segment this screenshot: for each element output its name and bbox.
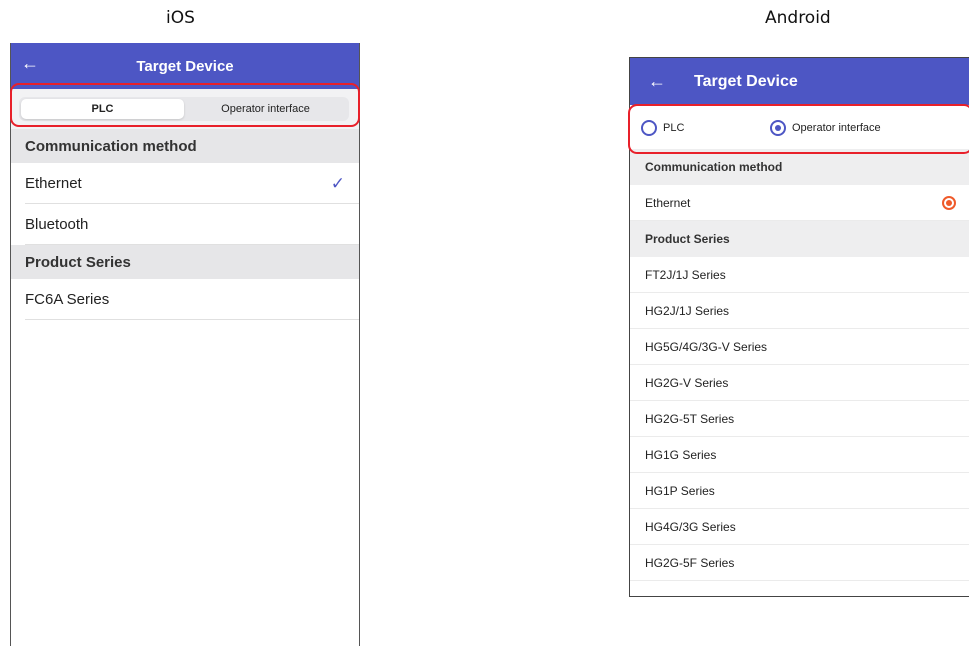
- page-title: Target Device: [694, 72, 798, 90]
- series-option-label: HG1P Series: [645, 483, 715, 498]
- segment-area: PLC Operator interface: [11, 89, 359, 129]
- series-option[interactable]: HG2J/1J Series: [630, 293, 969, 329]
- checkmark-icon: ✓: [330, 173, 345, 193]
- series-option[interactable]: HG2G-V Series: [630, 365, 969, 401]
- series-option[interactable]: HG1G Series: [630, 437, 969, 473]
- series-option-label: FC6A Series: [25, 291, 110, 308]
- segment-operator-interface[interactable]: Operator interface: [184, 99, 347, 119]
- method-option-ethernet[interactable]: Ethernet: [630, 185, 969, 221]
- method-option-bluetooth[interactable]: Bluetooth: [11, 204, 359, 245]
- radio-unchecked-icon: [641, 120, 657, 136]
- series-option[interactable]: HG1P Series: [630, 473, 969, 509]
- method-option-label: Ethernet: [25, 175, 82, 192]
- series-option-label: HG2G-V Series: [645, 375, 729, 390]
- ios-header-bar: ← Target Device: [11, 43, 359, 89]
- android-caption: Android: [765, 8, 831, 28]
- series-option[interactable]: FT2J/1J Series: [630, 257, 969, 293]
- series-option[interactable]: HG2G-5F Series: [630, 545, 969, 581]
- radio-operator-interface[interactable]: Operator interface: [770, 120, 881, 136]
- method-option-label: Ethernet: [645, 195, 691, 210]
- radio-plc[interactable]: PLC: [641, 120, 684, 136]
- series-option-label: HG2J/1J Series: [645, 303, 730, 318]
- ios-screen: ← Target Device PLC Operator interface C…: [10, 43, 360, 646]
- method-option-ethernet[interactable]: Ethernet ✓: [11, 163, 359, 204]
- series-option-label: HG2G-5T Series: [645, 411, 735, 426]
- android-header-bar: ← Target Device: [630, 58, 969, 105]
- series-option[interactable]: HG4G/3G Series: [630, 509, 969, 545]
- section-header-communication-method: Communication method: [630, 149, 969, 185]
- page-title: Target Device: [136, 57, 234, 75]
- series-option-label: HG1G Series: [645, 447, 717, 462]
- back-arrow-icon[interactable]: ←: [648, 71, 678, 92]
- series-option-label: HG4G/3G Series: [645, 519, 736, 534]
- radio-label: Operator interface: [792, 122, 881, 134]
- series-option-label: FT2J/1J Series: [645, 267, 726, 282]
- ios-caption: iOS: [166, 8, 195, 28]
- series-option-label: HG5G/4G/3G-V Series: [645, 339, 768, 354]
- series-option-fc6a[interactable]: FC6A Series: [11, 279, 359, 320]
- section-header-product-series: Product Series: [630, 221, 969, 257]
- target-type-segmented-control: PLC Operator interface: [19, 97, 349, 121]
- series-option-label: HG2G-5F Series: [645, 555, 735, 570]
- radio-selected-icon: [942, 195, 956, 210]
- comparison-page: iOS Android ← Target Device PLC Operator…: [0, 0, 969, 646]
- section-header-product-series: Product Series: [11, 245, 359, 279]
- series-option[interactable]: HG5G/4G/3G-V Series: [630, 329, 969, 365]
- segment-plc[interactable]: PLC: [21, 99, 184, 119]
- radio-checked-icon: [770, 120, 786, 136]
- series-option[interactable]: HG2G-5T Series: [630, 401, 969, 437]
- radio-label: PLC: [663, 122, 685, 134]
- back-arrow-icon[interactable]: ←: [21, 53, 39, 73]
- section-header-communication-method: Communication method: [11, 129, 359, 163]
- android-screen: ← Target Device PLC Operator interface C…: [629, 57, 969, 597]
- target-type-radio-group: PLC Operator interface: [630, 105, 969, 149]
- method-option-label: Bluetooth: [25, 216, 89, 233]
